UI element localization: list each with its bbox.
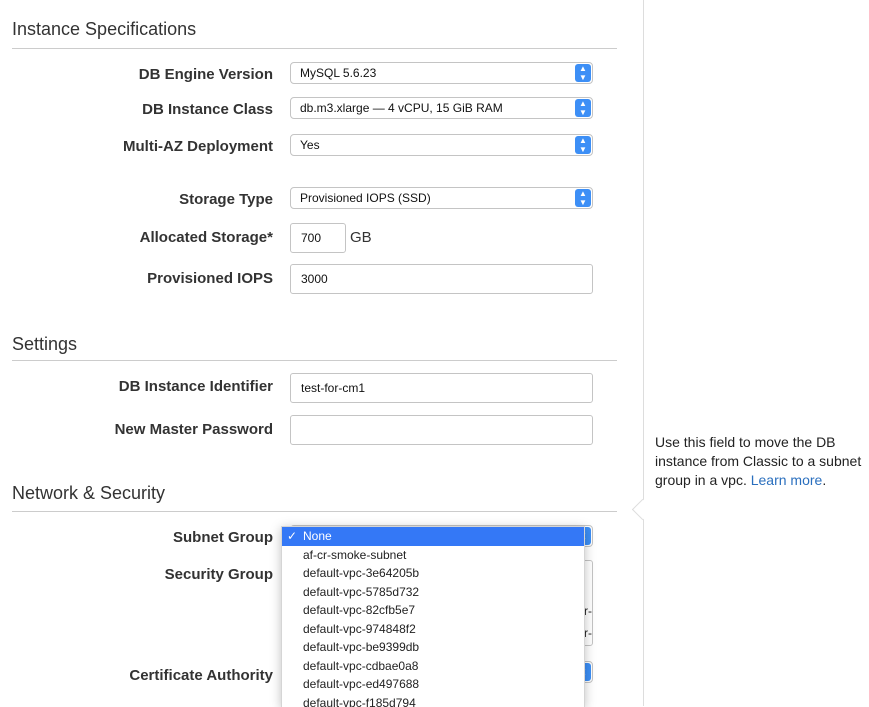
right-panel-divider [643,0,644,706]
subnet-option[interactable]: default-vpc-be9399db [282,638,584,657]
db-instance-class-select[interactable]: db.m3.xlarge — 4 vCPU, 15 GiB RAM ▲▼ [290,97,593,119]
db-engine-version-select[interactable]: MySQL 5.6.23 ▲▼ [290,62,593,84]
db-instance-class-value: db.m3.xlarge — 4 vCPU, 15 GiB RAM [300,101,503,115]
allocated-storage-label: Allocated Storage* [140,229,273,246]
multi-az-label: Multi-AZ Deployment [123,138,273,155]
divider [12,511,617,512]
multi-az-value: Yes [300,138,320,152]
provisioned-iops-label: Provisioned IOPS [147,270,273,287]
provisioned-iops-input[interactable]: 3000 [290,264,593,294]
storage-type-value: Provisioned IOPS (SSD) [300,191,431,205]
db-engine-version-value: MySQL 5.6.23 [300,66,376,80]
section-title-settings: Settings [12,334,77,355]
storage-type-select[interactable]: Provisioned IOPS (SSD) ▲▼ [290,187,593,209]
new-master-password-label: New Master Password [115,421,273,438]
allocated-storage-unit: GB [350,229,372,246]
subnet-option[interactable]: default-vpc-5785d732 [282,583,584,602]
db-instance-identifier-label: DB Instance Identifier [119,378,273,395]
select-arrows-icon: ▲▼ [575,99,591,117]
storage-type-label: Storage Type [179,191,273,208]
security-group-partial-text: r- [584,626,592,640]
option-label: None [303,529,332,543]
help-trailing: . [822,472,826,488]
divider [12,360,617,361]
subnet-option[interactable]: af-cr-smoke-subnet [282,546,584,565]
learn-more-link[interactable]: Learn more [751,472,823,488]
section-title-network-security: Network & Security [12,483,165,504]
select-arrows-icon: ▲▼ [575,189,591,207]
certificate-authority-label: Certificate Authority [129,667,273,684]
db-instance-identifier-input[interactable]: test-for-cm1 [290,373,593,403]
multi-az-select[interactable]: Yes ▲▼ [290,134,593,156]
tooltip-arrow [632,499,653,520]
allocated-storage-input[interactable]: 700 [290,223,346,253]
divider [12,48,617,49]
db-instance-class-label: DB Instance Class [142,101,273,118]
section-title-instance-specs: Instance Specifications [12,19,196,40]
checkmark-icon: ✓ [287,527,303,546]
subnet-option[interactable]: default-vpc-cdbae0a8 [282,657,584,676]
select-arrows-icon: ▲▼ [575,64,591,82]
new-master-password-input[interactable] [290,415,593,445]
security-group-label: Security Group [165,566,273,583]
select-arrows-icon: ▲▼ [575,136,591,154]
db-engine-version-label: DB Engine Version [139,66,273,83]
subnet-option[interactable]: default-vpc-3e64205b [282,564,584,583]
subnet-option[interactable]: default-vpc-82cfb5e7 [282,601,584,620]
subnet-option[interactable]: default-vpc-f185d794 [282,694,584,707]
subnet-option-none[interactable]: ✓None [282,527,584,546]
subnet-option[interactable]: default-vpc-974848f2 [282,620,584,639]
help-tooltip: Use this field to move the DB instance f… [643,433,869,490]
security-group-partial-text: r- [584,604,592,618]
subnet-group-dropdown[interactable]: ✓None af-cr-smoke-subnet default-vpc-3e6… [281,526,585,707]
subnet-option[interactable]: default-vpc-ed497688 [282,675,584,694]
subnet-group-label: Subnet Group [173,529,273,546]
